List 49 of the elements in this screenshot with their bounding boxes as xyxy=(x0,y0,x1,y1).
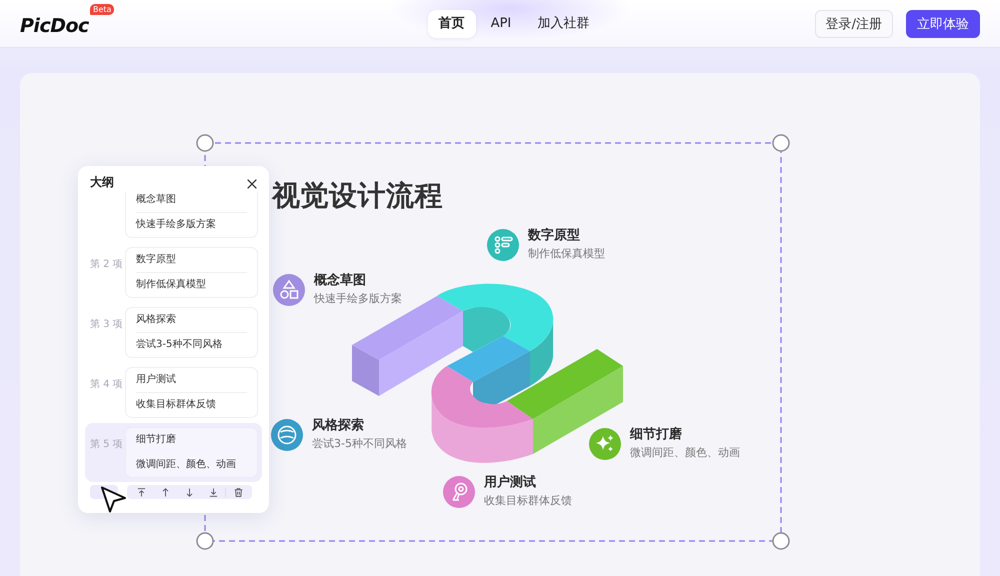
down-arrow-icon xyxy=(184,488,194,496)
beta-badge: Beta xyxy=(90,4,114,14)
resize-handle[interactable] xyxy=(772,532,790,550)
item-title: 数字原型 xyxy=(136,253,177,267)
outline-item[interactable]: 第 4 项 用户测试 收集目标群体反馈 xyxy=(85,363,262,422)
item-title: 细节打磨 xyxy=(136,433,177,447)
outline-item[interactable]: 概念草图 快速手绘多版方案 xyxy=(85,192,262,242)
step-title: 用户测试 xyxy=(484,475,537,491)
outline-item[interactable]: 第 5 项 细节打磨 微调间距、颜色、动画 xyxy=(85,423,262,482)
item-description: 尝试3-5种不同风格 xyxy=(136,338,224,352)
item-number: 第 2 项 xyxy=(90,259,123,270)
bar-down-arrow-icon xyxy=(208,488,218,496)
item-description: 收集目标群体反馈 xyxy=(136,398,217,412)
try-now-button[interactable]: 立即体验 xyxy=(906,10,980,38)
item-number: 第 5 项 xyxy=(90,439,123,450)
step-title: 数字原型 xyxy=(528,228,581,244)
step-title: 细节打磨 xyxy=(630,427,683,443)
item-description: 制作低保真模型 xyxy=(136,278,207,292)
step-description: 快速手绘多版方案 xyxy=(314,292,402,306)
step-description: 尝试3-5种不同风格 xyxy=(312,437,407,451)
item-description: 快速手绘多版方案 xyxy=(136,218,217,232)
nav-tab[interactable]: 加入社群 xyxy=(526,10,600,38)
resize-handle[interactable] xyxy=(772,134,790,152)
item-number: 第 3 项 xyxy=(90,319,123,330)
up-arrow-icon xyxy=(160,488,170,496)
resize-handle[interactable] xyxy=(196,532,214,550)
item-title: 用户测试 xyxy=(136,373,177,387)
item-title: 风格探索 xyxy=(136,313,177,327)
logo[interactable]: PicDoc xyxy=(20,14,89,36)
resize-handle[interactable] xyxy=(196,134,214,152)
outline-item[interactable]: 第 2 项 数字原型 制作低保真模型 xyxy=(85,243,262,302)
item-description: 微调间距、颜色、动画 xyxy=(136,458,237,472)
step-description: 微调间距、颜色、动画 xyxy=(630,446,740,460)
outline-item[interactable]: 第 3 项 风格探索 尝试3-5种不同风格 xyxy=(85,303,262,362)
step-description: 收集目标群体反馈 xyxy=(484,494,572,508)
close-button[interactable] xyxy=(247,179,257,189)
step-title: 风格探索 xyxy=(312,418,365,434)
trash-icon xyxy=(234,488,242,496)
panel-title: 大纲 xyxy=(90,175,114,189)
item-number: 第 4 项 xyxy=(90,379,123,390)
step-title: 概念草图 xyxy=(314,273,367,289)
bar-up-arrow-icon xyxy=(136,488,146,496)
nav-tab[interactable]: 首页 xyxy=(428,10,476,38)
login-button[interactable]: 登录/注册 xyxy=(814,10,893,38)
slide-title: 视觉设计流程 xyxy=(272,178,443,214)
item-title: 概念草图 xyxy=(136,193,177,207)
nav-tab[interactable]: API xyxy=(480,10,522,38)
close-icon xyxy=(247,179,257,189)
step-description: 制作低保真模型 xyxy=(528,247,605,261)
